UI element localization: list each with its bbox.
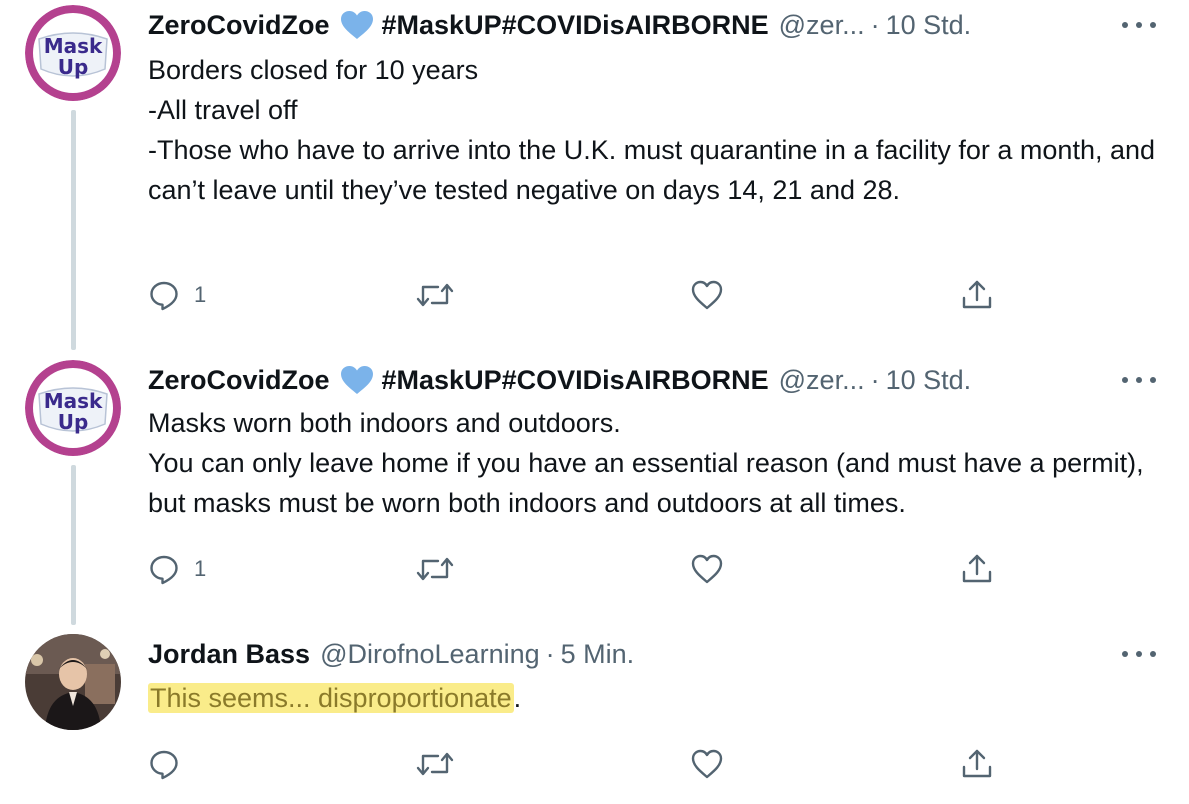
reply-icon — [150, 750, 178, 780]
like-icon — [691, 749, 723, 779]
like-button[interactable] — [690, 275, 724, 315]
author-name-suffix[interactable]: #MaskUP#COVIDisAIRBORNE — [382, 360, 769, 400]
share-button[interactable] — [960, 744, 994, 784]
trailing-punctuation: . — [513, 683, 522, 713]
tweet-line: -All travel off — [148, 95, 298, 125]
share-icon — [962, 554, 992, 583]
avatar-maskup[interactable]: Mask Up — [25, 5, 121, 101]
blue-heart-emoji-icon — [340, 365, 374, 395]
author-name-suffix[interactable]: #MaskUP#COVIDisAIRBORNE — [382, 5, 769, 45]
tweet-header: ZeroCovidZoe #MaskUP#COVIDisAIRBORNE @ze… — [148, 360, 971, 400]
timestamp[interactable]: 10 Std. — [886, 5, 972, 45]
share-icon — [962, 280, 992, 309]
retweet-icon — [416, 752, 454, 776]
retweet-button[interactable] — [416, 275, 454, 315]
author-handle[interactable]: @zer... — [779, 360, 865, 400]
separator-dot: · — [545, 639, 555, 669]
reply-button[interactable]: 1 — [148, 275, 206, 315]
more-icon[interactable] — [1122, 360, 1156, 400]
tweet-line: Masks worn both indoors and outdoors. — [148, 408, 621, 438]
tweet-body: Masks worn both indoors and outdoors. Yo… — [148, 403, 1158, 523]
tweet-header: Jordan Bass @DirofnoLearning · 5 Min. — [148, 634, 634, 674]
share-button[interactable] — [960, 275, 994, 315]
avatar-maskup[interactable]: Mask Up — [25, 360, 121, 456]
avatar-text-up: Up — [58, 410, 89, 434]
tweet-actions: 1 — [148, 275, 1008, 315]
timestamp[interactable]: 5 Min. — [561, 634, 635, 674]
tweet-actions: 1 — [148, 549, 1008, 589]
blue-heart-emoji-icon — [340, 10, 374, 40]
like-icon — [691, 554, 723, 584]
reply-button[interactable]: 1 — [148, 549, 206, 589]
timestamp[interactable]: 10 Std. — [886, 360, 972, 400]
highlighted-text: This seems... disproportionate — [148, 683, 514, 713]
tweet-3[interactable]: Jordan Bass @DirofnoLearning · 5 Min. Th… — [0, 630, 1189, 804]
separator-dot: · — [870, 10, 880, 40]
tweet-line: -Those who have to arrive into the U.K. … — [148, 135, 1156, 205]
avatar-jordan-bass[interactable] — [25, 634, 121, 730]
separator-dot: · — [870, 365, 880, 395]
like-icon — [691, 280, 723, 310]
maskup-logo: Mask Up — [25, 5, 121, 101]
profile-photo — [25, 634, 121, 730]
retweet-icon — [416, 283, 454, 307]
reply-count: 1 — [194, 556, 207, 581]
reply-count: 1 — [194, 282, 207, 307]
reply-icon — [150, 555, 178, 585]
tweet-line: Borders closed for 10 years — [148, 55, 479, 85]
share-icon — [962, 749, 992, 778]
tweet-1[interactable]: Mask Up ZeroCovidZoe #MaskUP#COVIDisAIRB… — [0, 0, 1189, 350]
reply-button[interactable] — [148, 744, 180, 784]
like-button[interactable] — [690, 744, 724, 784]
tweet-line: You can only leave home if you have an e… — [148, 448, 1144, 518]
retweet-button[interactable] — [416, 549, 454, 589]
author-handle[interactable]: @zer... — [779, 5, 865, 45]
retweet-button[interactable] — [416, 744, 454, 784]
author-handle[interactable]: @DirofnoLearning — [320, 634, 540, 674]
reply-icon — [150, 281, 178, 311]
tweet-line: This seems... disproportionate. — [148, 678, 1158, 718]
tweet-header: ZeroCovidZoe #MaskUP#COVIDisAIRBORNE @ze… — [148, 5, 971, 45]
avatar-text-up: Up — [58, 55, 89, 79]
tweet-body: Borders closed for 10 years -All travel … — [148, 50, 1158, 210]
tweet-2[interactable]: Mask Up ZeroCovidZoe #MaskUP#COVIDisAIRB… — [0, 355, 1189, 625]
maskup-logo: Mask Up — [25, 360, 121, 456]
share-button[interactable] — [960, 549, 994, 589]
author-name[interactable]: Jordan Bass — [148, 634, 310, 674]
more-icon[interactable] — [1122, 5, 1156, 45]
tweet-body: This seems... disproportionate. — [148, 678, 1158, 718]
like-button[interactable] — [690, 549, 724, 589]
author-name[interactable]: ZeroCovidZoe — [148, 5, 330, 45]
thread-line — [71, 465, 76, 625]
retweet-icon — [416, 557, 454, 581]
author-name[interactable]: ZeroCovidZoe — [148, 360, 330, 400]
tweet-actions — [148, 744, 1008, 784]
thread-line — [71, 110, 76, 350]
more-icon[interactable] — [1122, 634, 1156, 674]
